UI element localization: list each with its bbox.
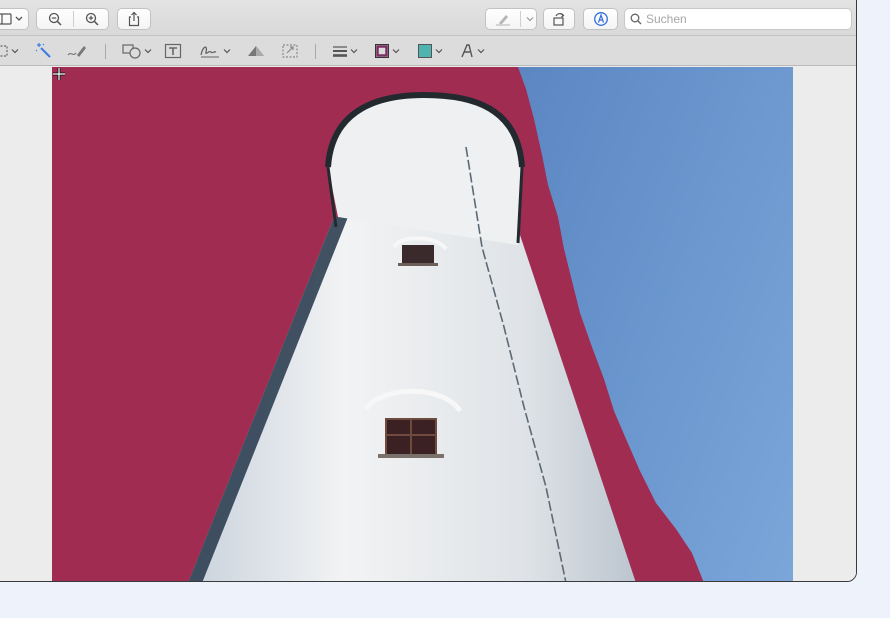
chevron-down-icon xyxy=(435,49,443,54)
text-icon xyxy=(164,43,182,59)
search-icon xyxy=(630,13,642,25)
sketch-button[interactable] xyxy=(67,41,87,61)
adjust-color-button[interactable] xyxy=(246,41,266,61)
zoom-in-icon xyxy=(85,12,99,26)
rotate-button[interactable] xyxy=(543,8,575,30)
adjust-color-icon xyxy=(248,46,264,56)
adjust-size-icon xyxy=(282,44,298,58)
highlight-pen-icon xyxy=(496,15,510,26)
zoom-in-button[interactable] xyxy=(74,9,110,29)
text-style-button[interactable] xyxy=(459,41,485,61)
instant-alpha-button[interactable] xyxy=(35,41,53,61)
share-button[interactable] xyxy=(117,8,151,30)
shape-style-icon xyxy=(333,46,347,57)
chevron-down-icon xyxy=(350,49,358,54)
sketch-icon xyxy=(67,46,86,57)
adjust-size-button[interactable] xyxy=(281,41,299,61)
highlight-button[interactable] xyxy=(485,8,537,30)
sidebar-toggle-button[interactable] xyxy=(0,8,29,30)
zoom-out-button[interactable] xyxy=(37,9,73,29)
chevron-down-icon xyxy=(477,49,485,54)
chevron-down-icon xyxy=(144,49,152,54)
border-color-icon xyxy=(375,44,389,58)
selection-tool-icon xyxy=(0,45,8,57)
search-field[interactable] xyxy=(624,8,852,30)
border-color-button[interactable] xyxy=(374,41,400,61)
document-area xyxy=(0,67,856,581)
chevron-down-icon xyxy=(526,17,533,22)
shapes-icon xyxy=(122,44,141,59)
main-toolbar xyxy=(0,0,856,36)
lighthouse-image[interactable] xyxy=(52,67,793,581)
fill-color-icon xyxy=(418,44,432,58)
text-button[interactable] xyxy=(164,41,182,61)
chevron-down-icon xyxy=(223,49,231,54)
rotate-icon xyxy=(553,13,565,26)
preview-window xyxy=(0,0,857,582)
chevron-down-icon xyxy=(392,49,400,54)
sign-icon xyxy=(200,46,219,58)
highlight-options-part[interactable] xyxy=(521,9,538,29)
toolbar-separator xyxy=(315,44,316,59)
shapes-button[interactable] xyxy=(122,41,152,61)
markup-icon xyxy=(593,12,608,26)
chevron-down-icon xyxy=(11,49,19,54)
markup-toggle-button[interactable] xyxy=(583,8,618,30)
lighthouse-illustration xyxy=(52,67,704,581)
crosshair-cursor-icon xyxy=(53,68,65,80)
toolbar-separator xyxy=(105,44,106,59)
zoom-buttons xyxy=(36,8,109,30)
zoom-out-icon xyxy=(48,12,62,26)
share-icon xyxy=(128,11,140,27)
sign-button[interactable] xyxy=(199,41,231,61)
highlight-pen-part[interactable] xyxy=(486,9,520,29)
fill-color-button[interactable] xyxy=(417,41,443,61)
sidebar-icon xyxy=(0,13,23,25)
search-input[interactable] xyxy=(646,12,846,26)
shape-style-button[interactable] xyxy=(332,41,358,61)
instant-alpha-icon xyxy=(35,43,51,58)
text-style-icon xyxy=(461,44,473,58)
selection-tools-button[interactable] xyxy=(0,41,19,61)
